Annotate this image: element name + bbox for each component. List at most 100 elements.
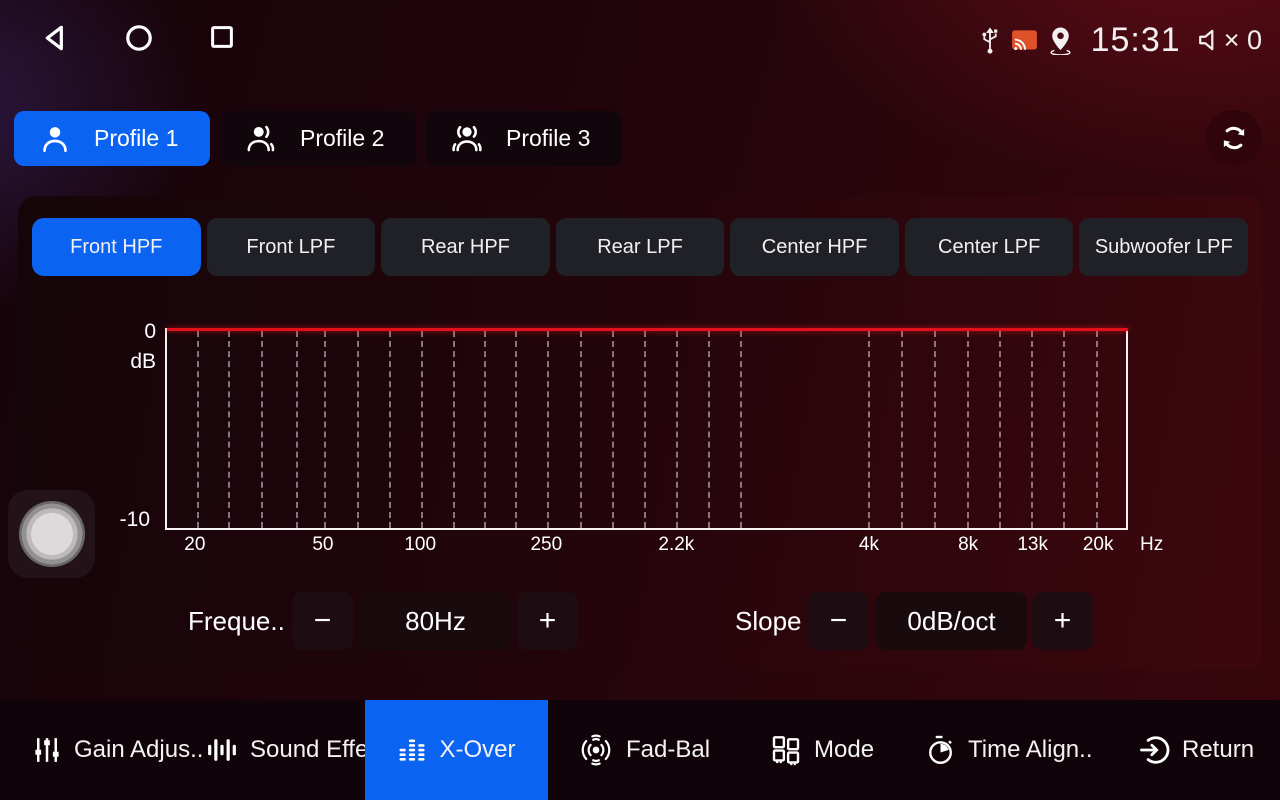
slope-decrease-button[interactable]: −: [808, 592, 869, 650]
home-button[interactable]: [123, 22, 157, 56]
nav-item-label: Return: [1182, 736, 1254, 764]
x-tick-label: 4k: [859, 534, 879, 556]
return-icon: [1138, 734, 1170, 766]
filter-tabs: Front HPFFront LPFRear HPFRear LPFCenter…: [32, 218, 1248, 276]
nav-item-mode[interactable]: Mode: [752, 700, 892, 800]
gridline: [357, 331, 359, 528]
return-icon: [1138, 734, 1170, 766]
clock: 15:31: [1091, 21, 1181, 60]
nav-item-fad-bal[interactable]: Fad-Bal: [560, 700, 728, 800]
profile-tabs: Profile 1 Profile 2 Profile 3: [14, 111, 622, 166]
user-wave-icon: [244, 122, 278, 156]
slope-label: Slope: [735, 592, 802, 650]
profile-tab-label: Profile 2: [300, 125, 384, 152]
gridline: [324, 331, 326, 528]
nav-item-time-align[interactable]: Time Align..: [908, 700, 1111, 800]
filter-tab-rear-lpf[interactable]: Rear LPF: [556, 218, 725, 276]
sync-icon: [1218, 122, 1250, 154]
frequency-label: Freque..: [188, 592, 285, 650]
gridline: [612, 331, 614, 528]
profile-tab-1[interactable]: Profile 1: [14, 111, 210, 166]
knob-icon: [19, 501, 85, 567]
y-axis-unit-label: dB: [112, 350, 156, 374]
frequency-increase-button[interactable]: +: [517, 592, 578, 650]
gridline: [934, 331, 936, 528]
gridline: [676, 331, 678, 528]
volume-mute-label: × 0: [1224, 25, 1262, 56]
frequency-response-plot[interactable]: [165, 328, 1128, 530]
recents-button[interactable]: [207, 22, 241, 56]
location-icon: [1048, 26, 1073, 55]
nav-item-label: Sound Effe..: [250, 736, 382, 764]
nav-item-label: Time Align..: [968, 736, 1093, 764]
status-tray: 15:31 × 0: [979, 14, 1262, 66]
gridline: [644, 331, 646, 528]
gridline: [868, 331, 870, 528]
profile-tab-2[interactable]: Profile 2: [220, 111, 416, 166]
x-tick-label: 20k: [1083, 534, 1114, 556]
profile-tab-3[interactable]: Profile 3: [426, 111, 622, 166]
gridline: [261, 331, 263, 528]
slope-value: 0dB/oct: [876, 592, 1027, 650]
frequency-decrease-button[interactable]: −: [292, 592, 353, 650]
gridline: [1096, 331, 1098, 528]
response-curve: [167, 328, 1128, 331]
status-bar: 15:31 × 0: [0, 0, 1280, 78]
gridline: [453, 331, 455, 528]
surround-icon: [578, 732, 614, 768]
equalizer-icon: [397, 735, 427, 765]
volume-status: × 0: [1197, 25, 1262, 56]
user-icon: [38, 122, 72, 156]
nav-item-return[interactable]: Return: [1120, 700, 1272, 800]
x-axis-ticks: 20501002502.2k4k8k13k20k: [165, 534, 1128, 560]
y-axis-min-label: -10: [106, 508, 150, 532]
cast-icon: [1011, 29, 1038, 52]
usb-icon: [979, 25, 1001, 55]
gridline: [421, 331, 423, 528]
filter-tab-center-hpf[interactable]: Center HPF: [730, 218, 899, 276]
gridline: [197, 331, 199, 528]
bottom-navigation: Gain Adjus.. Sound Effe.. X-Over Fad-Bal Mod…: [0, 700, 1280, 800]
gridline: [580, 331, 582, 528]
slope-increase-button[interactable]: +: [1032, 592, 1093, 650]
gridline: [228, 331, 230, 528]
filter-tab-front-lpf[interactable]: Front LPF: [207, 218, 376, 276]
x-tick-label: 50: [312, 534, 333, 556]
volume-muted-icon: [1197, 26, 1221, 54]
filter-controls: Freque.. − 80Hz + Slope − 0dB/oct +: [18, 592, 1262, 650]
waveform-icon: [206, 735, 238, 765]
nav-item-x-over[interactable]: X-Over: [365, 700, 548, 800]
grid-squares-icon: [770, 734, 802, 766]
gridline: [708, 331, 710, 528]
waveform-icon: [206, 735, 238, 765]
surround-icon: [578, 732, 614, 768]
equalizer-icon: [397, 735, 427, 765]
nav-item-label: Mode: [814, 736, 874, 764]
sync-icon: [1218, 122, 1250, 154]
back-button[interactable]: [40, 22, 74, 56]
stopwatch-icon: [926, 734, 956, 767]
gridline: [999, 331, 1001, 528]
filter-tab-rear-hpf[interactable]: Rear HPF: [381, 218, 550, 276]
mixer-icon: [32, 735, 62, 765]
filter-tab-center-lpf[interactable]: Center LPF: [905, 218, 1074, 276]
gridline: [1063, 331, 1065, 528]
nav-item-label: X-Over: [439, 736, 515, 764]
stopwatch-icon: [926, 734, 956, 767]
reset-button[interactable]: [1206, 110, 1262, 166]
y-axis-max-label: 0: [112, 320, 156, 344]
nav-item-label: Gain Adjus..: [74, 736, 203, 764]
gridline: [296, 331, 298, 528]
grid-squares-icon: [770, 734, 802, 766]
frequency-value: 80Hz: [360, 592, 511, 650]
profile-tab-label: Profile 3: [506, 125, 590, 152]
rotary-knob-button[interactable]: [8, 490, 95, 578]
recents-icon: [207, 22, 237, 52]
x-tick-label: 8k: [958, 534, 978, 556]
gridline: [740, 331, 742, 528]
filter-tab-subwoofer-lpf[interactable]: Subwoofer LPF: [1079, 218, 1248, 276]
filter-tab-front-hpf[interactable]: Front HPF: [32, 218, 201, 276]
usb-icon: [979, 25, 1001, 55]
user-waves-icon: [450, 122, 484, 156]
x-tick-label: 100: [404, 534, 436, 556]
